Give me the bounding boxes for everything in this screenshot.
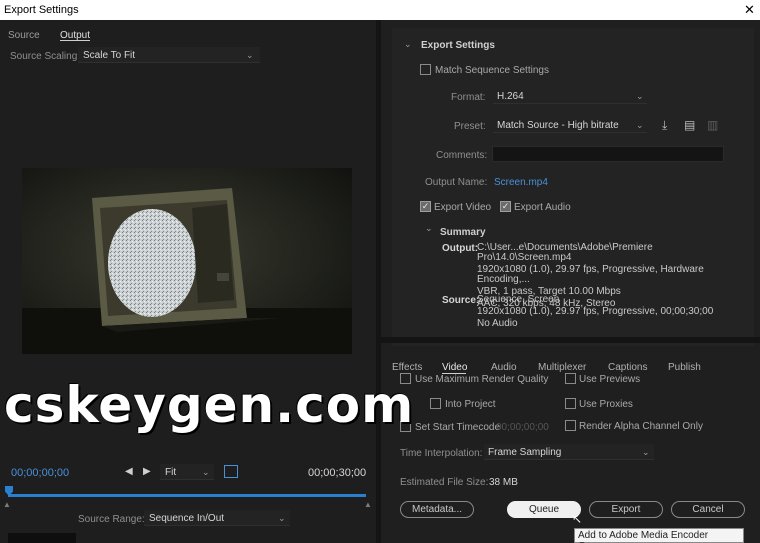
chevron-down-icon: ⌄: [278, 513, 286, 523]
render-alpha-label: Render Alpha Channel Only: [579, 421, 703, 432]
export-settings-header: Export Settings: [421, 40, 495, 51]
preset-dropdown[interactable]: Match Source - High bitrate ⌄: [493, 117, 647, 133]
output-name-label: Output Name:: [425, 177, 488, 188]
queue-button[interactable]: Queue: [507, 501, 581, 518]
export-audio-label: Export Audio: [514, 202, 571, 213]
format-dropdown[interactable]: H.264 ⌄: [493, 88, 647, 104]
time-interpolation-value: Frame Sampling: [488, 447, 562, 458]
source-range-value: Sequence In/Out: [149, 513, 225, 524]
zoom-value: Fit: [165, 467, 177, 478]
output-name-link[interactable]: Screen.mp4: [494, 177, 548, 188]
in-marker-icon[interactable]: ▲: [3, 500, 11, 509]
mouse-cursor-icon: ↖: [572, 512, 583, 526]
out-marker-icon[interactable]: ▲: [364, 500, 372, 509]
source-range-dropdown[interactable]: Sequence In/Out ⌄: [144, 510, 290, 526]
chevron-down-icon: ⌄: [636, 120, 644, 130]
metadata-button[interactable]: Metadata...: [400, 501, 474, 518]
use-proxies-label: Use Proxies: [579, 399, 633, 410]
set-out-point-icon[interactable]: ▶: [143, 466, 151, 477]
import-into-project-label: Into Project: [445, 399, 496, 410]
time-interpolation-label: Time Interpolation:: [400, 448, 483, 459]
preset-label: Preset:: [454, 121, 486, 132]
summary-output-line: 1920x1080 (1.0), 29.97 fps, Progressive,…: [477, 264, 704, 285]
tab-video[interactable]: Video: [442, 362, 467, 373]
start-timecode-value[interactable]: 00;00;00;00: [496, 422, 549, 433]
summary-source-line: 1920x1080 (1.0), 29.97 fps, Progressive,…: [477, 306, 714, 317]
use-previews-label: Use Previews: [579, 374, 641, 385]
time-interpolation-dropdown[interactable]: Frame Sampling ⌄: [484, 444, 654, 460]
summary-header: Summary: [440, 227, 486, 238]
chevron-down-icon: ⌄: [636, 91, 644, 101]
export-video-label: Export Video: [434, 202, 492, 213]
source-scaling-dropdown[interactable]: Scale To Fit ⌄: [78, 47, 260, 63]
render-alpha-checkbox[interactable]: [565, 420, 576, 431]
thumbnail-strip: [8, 533, 76, 543]
chevron-down-icon: ⌄: [246, 50, 254, 60]
preset-value: Match Source - High bitrate: [497, 120, 619, 131]
summary-source-line: Sequence, Screen: [477, 294, 560, 305]
import-into-project-checkbox[interactable]: [430, 398, 441, 409]
cancel-button[interactable]: Cancel: [671, 501, 745, 518]
export-button[interactable]: Export: [589, 501, 663, 518]
set-in-point-icon[interactable]: ◀: [125, 466, 133, 477]
comments-input[interactable]: [492, 146, 724, 162]
queue-tooltip: Add to Adobe Media Encoder Queue.: [574, 528, 744, 543]
tab-multiplexer[interactable]: Multiplexer: [538, 362, 586, 373]
comments-label: Comments:: [436, 150, 488, 161]
match-sequence-checkbox[interactable]: [420, 64, 431, 75]
import-preset-icon[interactable]: ▤: [684, 118, 695, 132]
tab-source[interactable]: Source: [8, 30, 40, 41]
timeline-bar[interactable]: [8, 494, 366, 497]
summary-source-details: Sequence, Screen 1920x1080 (1.0), 29.97 …: [477, 295, 749, 329]
close-icon[interactable]: ✕: [744, 2, 755, 18]
file-size-label: Estimated File Size:: [400, 477, 489, 488]
use-proxies-checkbox[interactable]: [565, 398, 576, 409]
delete-preset-icon[interactable]: ▥: [707, 118, 718, 132]
summary-source-line: No Audio: [477, 318, 518, 329]
tab-captions[interactable]: Captions: [608, 362, 647, 373]
watermark: cskeygen.com: [4, 376, 415, 434]
set-start-timecode-label: Set Start Timecode: [415, 422, 501, 433]
active-tab-indicator: [60, 40, 90, 41]
file-size-value: 38 MB: [489, 477, 518, 488]
timecode-end: 00;00;30;00: [308, 467, 367, 479]
format-value: H.264: [497, 91, 524, 102]
aspect-ratio-icon[interactable]: [224, 465, 238, 478]
tab-publish[interactable]: Publish: [668, 362, 701, 373]
source-range-label: Source Range:: [78, 514, 145, 525]
tv-still-image: [22, 168, 352, 354]
zoom-dropdown[interactable]: Fit ⌄: [160, 464, 214, 480]
tab-effects[interactable]: Effects: [392, 362, 422, 373]
title-bar: Export Settings ✕: [0, 0, 760, 20]
source-scaling-label: Source Scaling:: [10, 51, 81, 62]
format-label: Format:: [451, 92, 486, 103]
save-preset-icon[interactable]: ⤓: [662, 118, 667, 133]
window-title: Export Settings: [4, 4, 79, 16]
summary-output-line: C:\User...e\Documents\Adobe\Premiere Pro…: [477, 242, 653, 263]
chevron-down-icon[interactable]: ⌄: [425, 223, 433, 234]
section-splitter[interactable]: [381, 337, 760, 343]
source-scaling-value: Scale To Fit: [83, 50, 136, 61]
match-sequence-label: Match Sequence Settings: [435, 65, 549, 76]
tab-audio[interactable]: Audio: [491, 362, 517, 373]
export-video-checkbox[interactable]: ✓: [420, 201, 431, 212]
chevron-down-icon[interactable]: ⌄: [404, 39, 412, 50]
summary-source-label: Source:: [442, 295, 480, 306]
use-previews-checkbox[interactable]: [565, 373, 576, 384]
export-audio-checkbox[interactable]: ✓: [500, 201, 511, 212]
timecode-start[interactable]: 00;00;00;00: [11, 467, 69, 479]
video-preview: [22, 168, 352, 354]
chevron-down-icon: ⌄: [202, 467, 210, 477]
chevron-down-icon: ⌄: [642, 447, 650, 457]
summary-output-label: Output:: [442, 243, 479, 254]
max-render-quality-label: Use Maximum Render Quality: [415, 374, 549, 385]
